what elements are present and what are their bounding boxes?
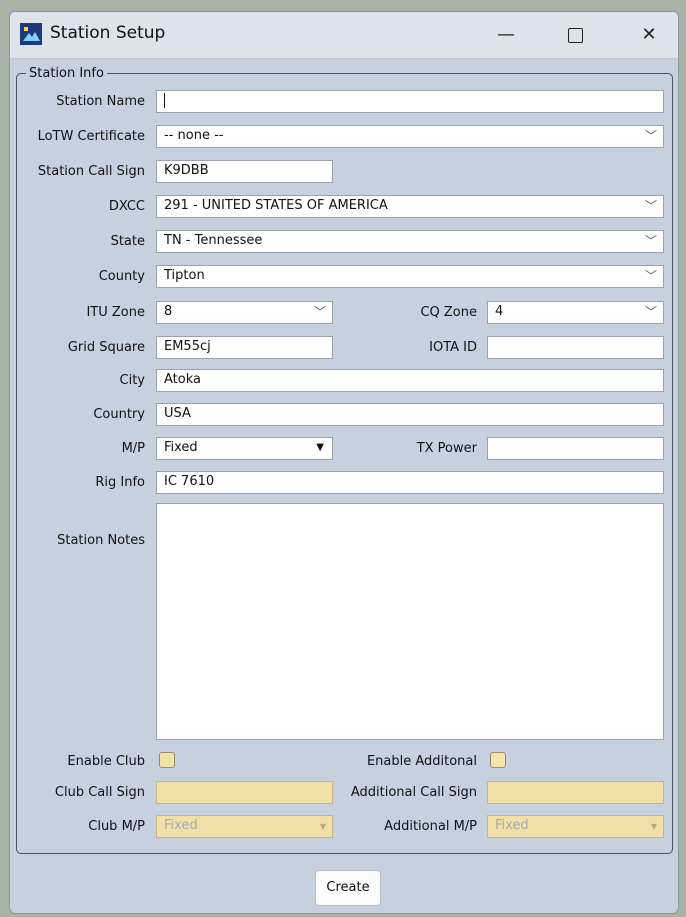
mp-select[interactable]: Fixed ▼ [156,437,333,460]
club-mp-select[interactable]: Fixed ▾ [156,815,333,838]
country-label: Country [93,407,145,422]
enable-additional-checkbox[interactable] [490,752,506,768]
chevron-down-icon: ﹀ [644,269,657,283]
state-value: TN - Tennessee [164,233,263,248]
grid-square-label: Grid Square [67,340,145,355]
cq-zone-value: 4 [495,304,504,319]
county-value: Tipton [164,268,205,283]
enable-club-label: Enable Club [67,754,145,769]
station-call-sign-input[interactable]: K9DBB [156,160,333,183]
county-select[interactable]: Tipton ﹀ [156,265,664,288]
additional-call-sign-label: Additional Call Sign [350,785,477,800]
mp-label: M/P [121,441,145,456]
rig-info-label: Rig Info [95,475,145,490]
iota-id-input[interactable] [487,336,664,359]
state-label: State [110,234,145,249]
chevron-down-icon: ▾ [650,819,657,833]
chevron-down-icon: ﹀ [644,305,657,319]
city-label: City [119,373,145,388]
chevron-down-icon: ﹀ [644,234,657,248]
mp-value: Fixed [164,440,198,455]
station-name-input[interactable] [156,90,664,113]
club-call-sign-label: Club Call Sign [54,785,145,800]
state-select[interactable]: TN - Tennessee ﹀ [156,230,664,253]
station-call-sign-label: Station Call Sign [37,164,145,179]
club-mp-label: Club M/P [88,819,145,834]
country-input[interactable]: USA [156,403,664,426]
lotw-certificate-label: LoTW Certificate [37,129,145,144]
dxcc-label: DXCC [108,199,145,214]
itu-zone-label: ITU Zone [86,305,145,320]
station-setup-window: Station Setup — ✕ Station Info Station N… [9,11,679,914]
chevron-down-icon: ﹀ [313,305,326,319]
county-label: County [98,269,145,284]
station-notes-textarea[interactable] [156,503,664,740]
tx-power-label: TX Power [416,441,477,456]
dxcc-select[interactable]: 291 - UNITED STATES OF AMERICA ﹀ [156,195,664,218]
city-input[interactable]: Atoka [156,369,664,392]
enable-club-checkbox[interactable] [159,752,175,768]
itu-zone-value: 8 [164,304,173,319]
enable-additional-label: Enable Additonal [366,754,477,769]
lotw-certificate-value: -- none -- [164,128,224,143]
maximize-icon [567,27,583,43]
dxcc-value: 291 - UNITED STATES OF AMERICA [164,198,388,213]
maximize-button[interactable] [549,18,601,52]
additional-mp-select[interactable]: Fixed ▾ [487,815,664,838]
station-info-title: Station Info [26,66,107,81]
itu-zone-select[interactable]: 8 ﹀ [156,301,333,324]
minimize-button[interactable]: — [480,18,532,52]
chevron-down-icon: ﹀ [644,129,657,143]
close-button[interactable]: ✕ [623,18,675,52]
cq-zone-label: CQ Zone [420,305,477,320]
club-call-sign-input[interactable] [156,781,333,804]
minimize-icon: — [497,24,515,45]
tx-power-input[interactable] [487,437,664,460]
additional-call-sign-input[interactable] [487,781,664,804]
lotw-certificate-select[interactable]: -- none -- ﹀ [156,125,664,148]
create-button[interactable]: Create [315,870,381,906]
station-name-label: Station Name [56,94,145,109]
additional-mp-label: Additional M/P [384,819,477,834]
chevron-down-icon: ﹀ [644,199,657,213]
triangle-down-icon: ▼ [316,442,324,453]
rig-info-input[interactable]: IC 7610 [156,471,664,494]
chevron-down-icon: ▾ [319,819,326,833]
station-notes-label: Station Notes [57,533,145,548]
grid-square-input[interactable]: EM55cj [156,336,333,359]
additional-mp-value: Fixed [495,818,529,833]
text-caret [164,93,165,108]
window-title: Station Setup [50,23,166,43]
app-icon [20,23,42,45]
club-mp-value: Fixed [164,818,198,833]
cq-zone-select[interactable]: 4 ﹀ [487,301,664,324]
iota-id-label: IOTA ID [429,340,477,355]
title-bar[interactable]: Station Setup — ✕ [10,12,678,59]
close-icon: ✕ [641,24,657,45]
